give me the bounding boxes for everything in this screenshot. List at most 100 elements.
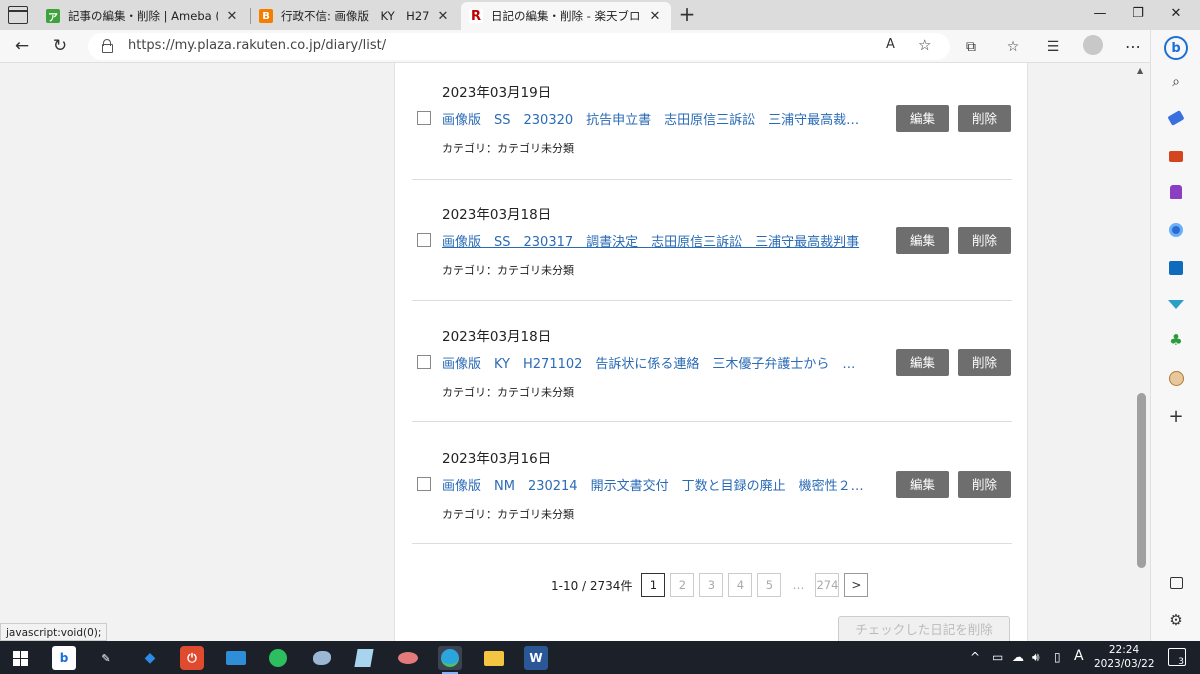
close-window-icon[interactable]: ✕ <box>1166 6 1186 21</box>
maximize-icon[interactable]: ❐ <box>1128 6 1148 21</box>
edit-button[interactable]: 編集 <box>896 349 949 376</box>
clock-date: 2023/03/22 <box>1094 658 1155 670</box>
tab-blogger[interactable]: B 行政不信: 画像版 KY H271102 ✕ <box>251 2 459 30</box>
entry-checkbox[interactable] <box>417 355 431 369</box>
edit-button[interactable]: 編集 <box>896 105 949 132</box>
delete-button[interactable]: 削除 <box>958 227 1011 254</box>
word-icon[interactable]: W <box>524 646 548 670</box>
address-bar: ← ↻ https://my.plaza.rakuten.co.jp/diary… <box>0 30 1200 63</box>
settings-icon[interactable]: ⚙ <box>1166 610 1186 630</box>
edge-taskbar-icon[interactable] <box>438 646 462 674</box>
cookie-icon[interactable] <box>1166 368 1186 388</box>
entry-date: 2023年03月18日 <box>442 329 552 345</box>
next-page-button[interactable]: > <box>844 573 869 597</box>
entry-date: 2023年03月16日 <box>442 451 552 467</box>
entry-checkbox[interactable] <box>417 233 431 247</box>
tab-actions-icon[interactable] <box>8 6 28 24</box>
edit-button[interactable]: 編集 <box>896 227 949 254</box>
clock-time: 22:24 <box>1108 644 1140 656</box>
mail-icon[interactable] <box>224 646 248 670</box>
tool-taskbar-icon[interactable]: ✎ <box>94 646 118 670</box>
tree-icon[interactable]: ♣ <box>1166 330 1186 350</box>
ime-indicator[interactable]: A <box>1074 648 1084 664</box>
notification-center-icon[interactable]: 3 <box>1168 648 1186 667</box>
collections-icon[interactable]: ☰ <box>1042 36 1064 58</box>
tools-icon[interactable] <box>1166 146 1186 166</box>
entry-title-link[interactable]: 画像版 KY H271102 告訴状に係る連絡 三木優子弁護士から … <box>442 353 867 372</box>
close-tab-icon[interactable]: ✕ <box>647 9 663 24</box>
profile-avatar[interactable] <box>1083 35 1103 55</box>
cloud-icon[interactable]: ☁ <box>1012 650 1024 664</box>
paint-icon[interactable] <box>310 646 334 670</box>
evernote-icon[interactable] <box>266 646 290 670</box>
office-icon[interactable] <box>1166 220 1186 240</box>
dropbox-icon[interactable]: ◆ <box>138 646 162 670</box>
result-count: 1-10 / 2734件 <box>551 578 633 593</box>
file-explorer-icon[interactable] <box>482 646 506 670</box>
add-icon[interactable]: + <box>1166 406 1186 427</box>
power-app-icon[interactable]: ⏻ <box>180 646 204 670</box>
entry-category: カテゴリ：カテゴリ未分類 <box>442 508 574 521</box>
entry-date: 2023年03月18日 <box>442 207 552 223</box>
bing-icon[interactable]: b <box>1164 36 1188 60</box>
delete-button[interactable]: 削除 <box>958 471 1011 498</box>
system-clock[interactable]: 22:24 2023/03/22 <box>1094 643 1155 671</box>
entry-title-link[interactable]: 画像版 NM 230214 開示文書交付 丁数と目録の廃止 機密性２情報 <box>442 475 867 494</box>
blogger-icon: B <box>259 9 273 23</box>
tab-bar: ア 記事の編集・削除 | Ameba (アメーバ) ✕ B 行政不信: 画像版 … <box>0 0 1200 30</box>
notepad-icon[interactable] <box>352 646 376 670</box>
page-2-link[interactable]: 2 <box>670 573 695 597</box>
scroll-up-icon[interactable]: ▲ <box>1137 66 1143 75</box>
tray-chevron-icon[interactable]: ^ <box>970 650 980 664</box>
entry-checkbox[interactable] <box>417 477 431 491</box>
bing-taskbar-icon[interactable]: b <box>52 646 76 670</box>
send-icon[interactable] <box>1166 294 1186 314</box>
diary-entry: 2023年03月19日 画像版 SS 230320 抗告申立書 志田原信三訴訟 … <box>412 63 1012 180</box>
extensions-icon[interactable]: ⧉ <box>960 36 982 58</box>
scrollbar-thumb[interactable] <box>1137 393 1146 568</box>
tab-title: 記事の編集・削除 | Ameba (アメーバ) <box>68 9 218 23</box>
delete-button[interactable]: 削除 <box>958 105 1011 132</box>
entry-checkbox[interactable] <box>417 111 431 125</box>
network-icon[interactable]: ▯ <box>1054 650 1061 664</box>
volume-icon[interactable]: 🔊︎ <box>1032 650 1040 665</box>
tab-ameba[interactable]: ア 記事の編集・削除 | Ameba (アメーバ) ✕ <box>38 2 248 30</box>
page-3-link[interactable]: 3 <box>699 573 724 597</box>
page-scrollbar[interactable]: ▲ <box>1133 63 1150 641</box>
read-aloud-icon[interactable]: A <box>886 37 895 52</box>
back-icon[interactable]: ← <box>10 35 34 57</box>
windows-start-icon[interactable] <box>8 646 32 670</box>
entry-title-link[interactable]: 画像版 SS 230320 抗告申立書 志田原信三訴訟 三浦守最高裁判事 <box>442 109 867 128</box>
entry-category: カテゴリ：カテゴリ未分類 <box>442 386 574 399</box>
page-1-link[interactable]: 1 <box>641 573 666 597</box>
minimize-icon[interactable]: — <box>1090 6 1110 21</box>
delete-button[interactable]: 削除 <box>958 349 1011 376</box>
url-field[interactable]: https://my.plaza.rakuten.co.jp/diary/lis… <box>88 33 950 60</box>
close-tab-icon[interactable]: ✕ <box>224 9 240 24</box>
favorites-icon[interactable]: ☆ <box>1002 36 1024 58</box>
edge-sidebar: b ⌕ ♣ + ⚙ <box>1150 30 1200 641</box>
tab-title: 行政不信: 画像版 KY H271102 <box>281 9 429 23</box>
sidebar-layout-icon[interactable] <box>1166 573 1186 593</box>
edit-button[interactable]: 編集 <box>896 471 949 498</box>
page-4-link[interactable]: 4 <box>728 573 753 597</box>
last-page-link[interactable]: 274 <box>815 573 840 597</box>
outlook-icon[interactable] <box>1166 258 1186 278</box>
games-icon[interactable] <box>1166 182 1186 202</box>
entry-title-link[interactable]: 画像版 SS 230317 調書決定 志田原信三訴訟 三浦守最高裁判事 <box>442 231 867 250</box>
status-link-tooltip: javascript:void(0); <box>0 623 108 641</box>
snipping-icon[interactable] <box>396 646 420 670</box>
battery-icon[interactable]: ▭ <box>992 650 1003 664</box>
new-tab-icon[interactable]: + <box>676 4 698 26</box>
more-icon[interactable]: ⋯ <box>1122 36 1144 58</box>
search-icon[interactable]: ⌕ <box>1166 72 1186 92</box>
tab-rakuten[interactable]: R 日記の編集・削除 - 楽天ブログ ✕ <box>461 2 671 30</box>
page-5-link[interactable]: 5 <box>757 573 782 597</box>
shopping-icon[interactable] <box>1166 108 1186 128</box>
add-favorite-icon[interactable]: ☆ <box>918 36 931 54</box>
diary-entry: 2023年03月18日 画像版 SS 230317 調書決定 志田原信三訴訟 三… <box>412 180 1012 301</box>
page-ellipsis: … <box>792 578 805 592</box>
close-tab-icon[interactable]: ✕ <box>435 9 451 24</box>
delete-checked-button[interactable]: チェックした日記を削除 <box>838 616 1010 641</box>
refresh-icon[interactable]: ↻ <box>48 35 72 57</box>
